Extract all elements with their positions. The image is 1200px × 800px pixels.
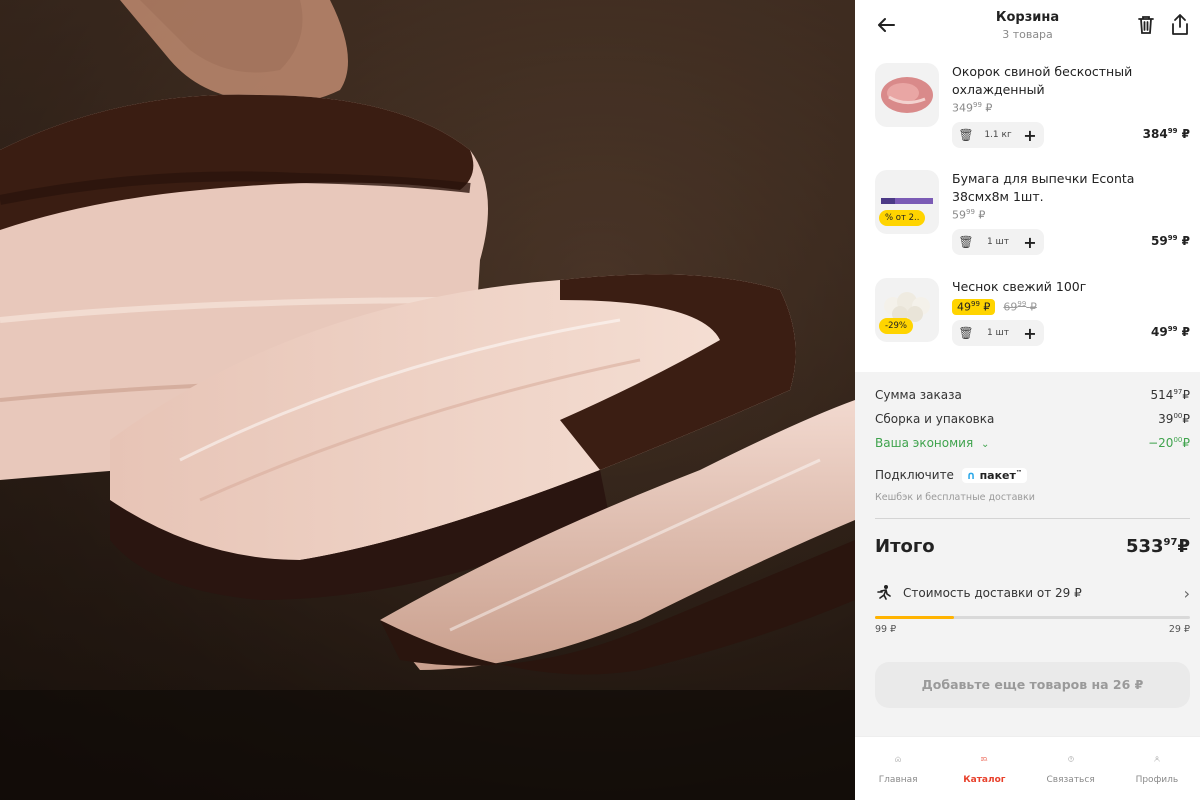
paket-promo[interactable]: Подключите ∩ пакет™ [875,468,1190,483]
divider [875,518,1190,519]
bottom-tab-bar: Главная Каталог Связаться Профиль [855,736,1200,800]
order-sum-label: Сумма заказа [875,388,962,402]
tab-home[interactable]: Главная [855,737,941,800]
discount-badge: % от 2.. [879,210,926,226]
grand-total-value: 53397₽ [1125,536,1190,557]
quantity-stepper: 🗑 1.1 кг + [952,122,1044,148]
increase-quantity-button[interactable]: + [1016,233,1044,252]
cart-item: Окорок свиной бескостный охлажденный 349… [855,63,1200,163]
remove-item-icon[interactable]: 🗑 [952,326,980,340]
item-thumbnail[interactable] [875,63,939,127]
item-total: 4999 ₽ [1151,325,1190,339]
catalog-search-icon [981,757,988,761]
tab-profile[interactable]: Профиль [1114,737,1200,800]
remove-item-icon[interactable]: 🗑 [952,128,980,142]
delivery-cost-label: Стоимость доставки от 29 ₽ [903,586,1082,600]
item-thumbnail[interactable]: -29% [875,278,939,342]
grand-total-label: Итого [875,536,935,557]
increase-quantity-button[interactable]: + [1016,126,1044,145]
item-unit-price: 34999 ₽ [952,101,993,115]
item-name[interactable]: Окорок свиной бескостный охлажденный [952,63,1152,99]
chevron-right-icon[interactable]: › [1184,584,1190,603]
add-more-button[interactable]: Добавьте еще товаров на 26 ₽ [875,662,1190,708]
quantity-value: 1 шт [986,237,1010,247]
tab-contact[interactable]: Связаться [1028,737,1114,800]
discount-badge: -29% [879,318,913,334]
quantity-value: 1 шт [986,328,1010,338]
remove-item-icon[interactable]: 🗑 [952,235,980,249]
quantity-value: 1.1 кг [984,130,1012,140]
item-name[interactable]: Бумага для выпечки Econta 38смх8м 1шт. [952,170,1152,206]
courier-running-icon [877,585,891,600]
tab-label: Главная [878,775,918,785]
tab-label: Профиль [1135,775,1179,785]
cart-item: -29% Чеснок свежий 100г 4999 ₽ 6999 ₽ 🗑 … [855,278,1200,378]
sale-price: 4999 ₽ [952,299,996,315]
delivery-cost-row[interactable]: Стоимость доставки от 29 ₽ › [875,584,1190,608]
help-icon [1067,756,1074,762]
paket-icon: ∩ [966,469,976,482]
progress-right-label: 29 ₽ [1168,624,1190,635]
delivery-progress-bar [875,616,1190,619]
roast-pork-photo [0,0,855,800]
quantity-stepper: 🗑 1 шт + [952,229,1044,255]
paket-logo[interactable]: ∩ пакет™ [961,468,1027,483]
cart-header: Корзина 3 товара [855,0,1200,50]
share-icon[interactable] [1170,13,1190,37]
tab-label: Связаться [1046,775,1095,785]
item-total: 38499 ₽ [1142,127,1190,141]
clear-cart-trash-icon[interactable] [1136,14,1156,36]
savings-value: −2000₽ [1148,436,1190,450]
order-sum-row: Сумма заказа 51497₽ [875,388,1190,402]
savings-row[interactable]: Ваша экономия ⌄ −2000₽ [875,436,1190,450]
profile-icon [1154,756,1160,762]
roast-pork-illustration [0,0,855,800]
packing-row: Сборка и упаковка 3900₽ [875,412,1190,426]
order-sum-value: 51497₽ [1150,388,1190,402]
chevron-down-icon[interactable]: ⌄ [981,439,989,450]
cart-item: % от 2.. Бумага для выпечки Econta 38смх… [855,170,1200,270]
item-unit-price: 5999 ₽ [952,208,986,222]
home-icon [895,756,901,762]
packing-label: Сборка и упаковка [875,412,995,426]
item-price-box: 4999 ₽ 6999 ₽ [952,298,1037,316]
cart-panel: Корзина 3 товара Окорок свиной бескостны… [855,0,1200,800]
tab-catalog[interactable]: Каталог [941,737,1027,800]
connect-label: Подключите [875,468,954,482]
quantity-stepper: 🗑 1 шт + [952,320,1044,346]
increase-quantity-button[interactable]: + [1016,324,1044,343]
paket-hint: Кешбэк и бесплатные доставки [875,492,1035,503]
item-name[interactable]: Чеснок свежий 100г [952,278,1152,296]
progress-left-label: 99 ₽ [875,624,897,635]
pork-ham-image [881,77,933,113]
delivery-progress-fill [875,616,954,619]
tab-label: Каталог [963,775,1006,785]
savings-label[interactable]: Ваша экономия [875,436,973,450]
item-thumbnail[interactable]: % от 2.. [875,170,939,234]
packing-value: 3900₽ [1158,412,1190,426]
item-total: 5999 ₽ [1151,234,1190,248]
grand-total-row: Итого 53397₽ [875,536,1190,557]
old-price: 6999 ₽ [1003,300,1037,314]
